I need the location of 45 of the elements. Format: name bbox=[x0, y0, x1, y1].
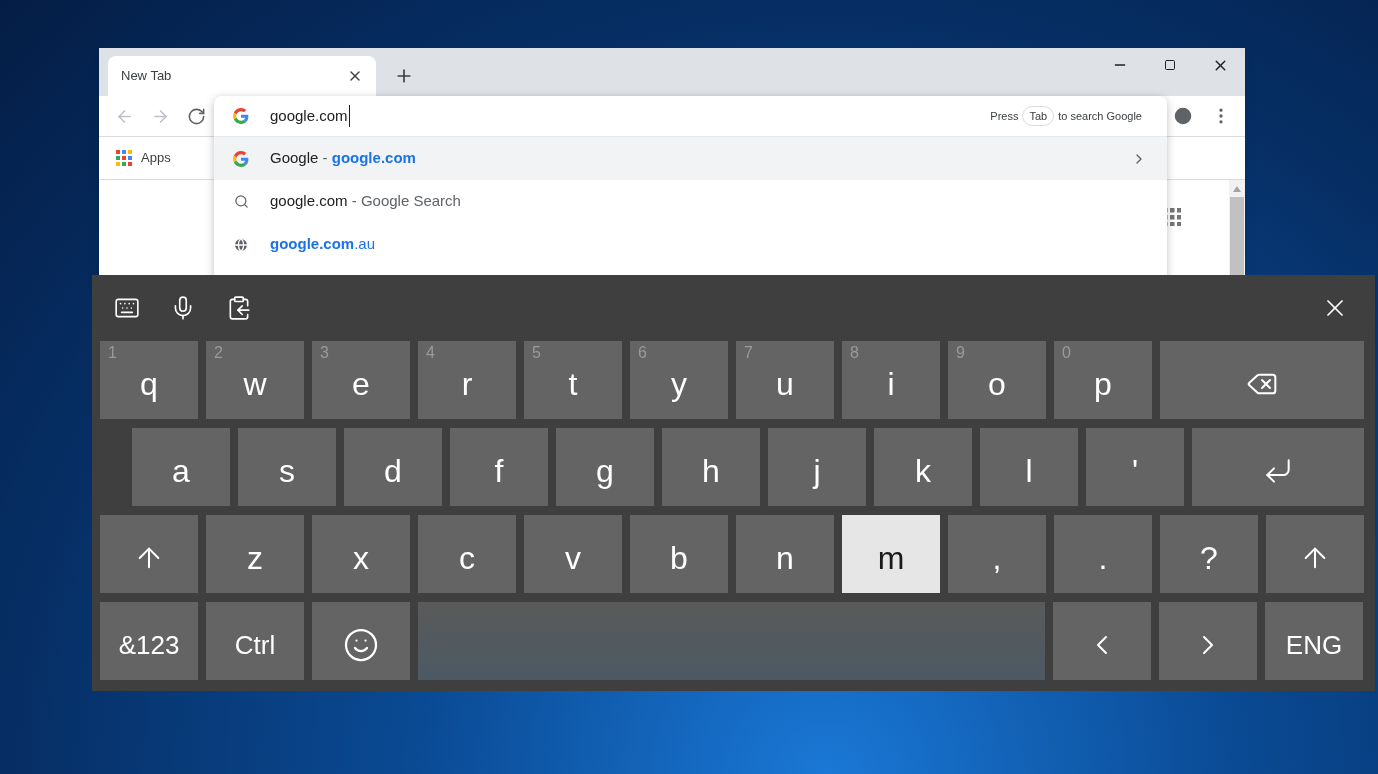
apps-grid-icon bbox=[116, 150, 132, 166]
globe-icon bbox=[233, 236, 249, 253]
key[interactable]: ? bbox=[1160, 515, 1258, 593]
hint-text: Press bbox=[990, 108, 1019, 124]
key[interactable]: &123 bbox=[100, 602, 198, 680]
key[interactable]: l bbox=[980, 428, 1078, 506]
key[interactable]: n bbox=[736, 515, 834, 593]
key[interactable]: b bbox=[630, 515, 728, 593]
emoji-key[interactable] bbox=[312, 602, 410, 680]
key[interactable]: a bbox=[132, 428, 230, 506]
key[interactable]: Ctrl bbox=[206, 602, 304, 680]
suggestion-row[interactable]: Google - google.com bbox=[214, 137, 1167, 180]
key[interactable]: v bbox=[524, 515, 622, 593]
profile-icon[interactable] bbox=[1172, 105, 1194, 127]
address-text: google.com bbox=[270, 104, 350, 128]
key[interactable]: x bbox=[312, 515, 410, 593]
google-logo-icon bbox=[233, 108, 249, 124]
key[interactable]: d bbox=[344, 428, 442, 506]
suggestion-row[interactable]: google.com.au bbox=[214, 223, 1167, 266]
google-logo-icon bbox=[233, 150, 249, 167]
key[interactable]: ' bbox=[1086, 428, 1184, 506]
suggestion-text: google.com.au bbox=[270, 234, 376, 255]
emoji-icon bbox=[343, 627, 379, 663]
bookmark-apps-button[interactable]: Apps bbox=[116, 148, 171, 168]
search-icon bbox=[233, 194, 249, 209]
suggestion-row[interactable]: google.com - Google Search bbox=[214, 180, 1167, 223]
key[interactable]: s bbox=[238, 428, 336, 506]
key[interactable]: f bbox=[450, 428, 548, 506]
maximize-icon[interactable] bbox=[1164, 59, 1176, 71]
key[interactable]: j bbox=[768, 428, 866, 506]
key[interactable]: k bbox=[874, 428, 972, 506]
tab-title: New Tab bbox=[121, 67, 172, 86]
browser-tab[interactable]: New Tab bbox=[108, 56, 376, 96]
hint-text: to search Google bbox=[1058, 108, 1142, 124]
reload-button[interactable] bbox=[187, 106, 206, 126]
key[interactable]: . bbox=[1054, 515, 1152, 593]
key[interactable]: c bbox=[418, 515, 516, 593]
key[interactable]: h bbox=[662, 428, 760, 506]
key[interactable]: g bbox=[556, 428, 654, 506]
key[interactable]: , bbox=[948, 515, 1046, 593]
suggestion-text: google.com - Google Search bbox=[270, 191, 461, 212]
suggestion-text: Google - google.com bbox=[270, 148, 416, 169]
key[interactable]: m bbox=[842, 515, 940, 593]
key[interactable]: z bbox=[206, 515, 304, 593]
key[interactable]: ENG bbox=[1265, 602, 1363, 680]
